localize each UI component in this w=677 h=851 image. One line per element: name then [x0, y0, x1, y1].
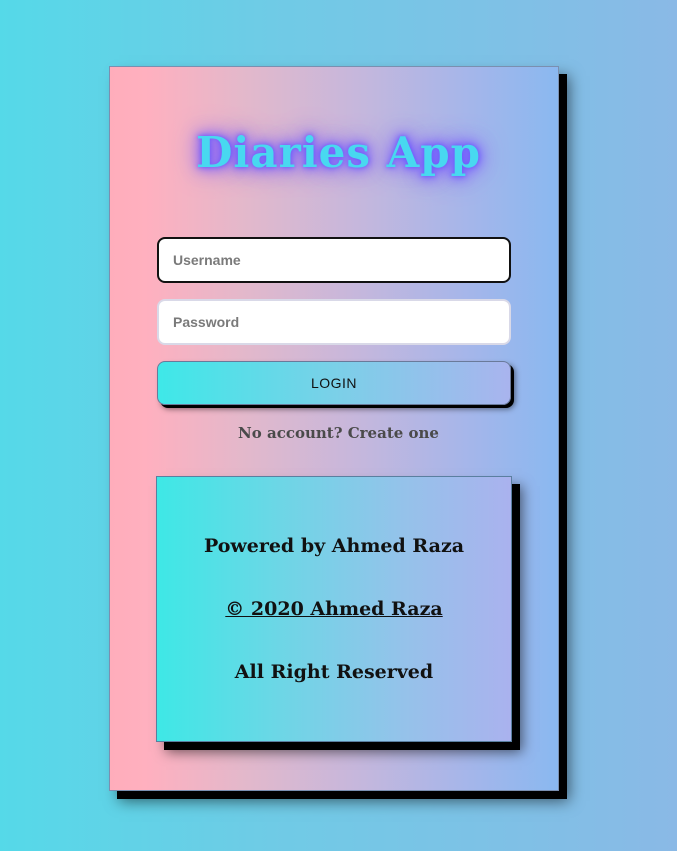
- footer-box: Powered by Ahmed Raza © 2020 Ahmed Raza …: [156, 476, 512, 742]
- create-account-link[interactable]: No account? Create one: [0, 424, 677, 442]
- rights-text: All Right Reserved: [234, 661, 434, 683]
- app-title: Diaries App: [196, 128, 481, 177]
- powered-by-text: Powered by Ahmed Raza: [203, 535, 465, 557]
- username-input[interactable]: [157, 237, 511, 283]
- login-button[interactable]: LOGIN: [157, 361, 511, 405]
- password-input[interactable]: [157, 299, 511, 345]
- copyright-link[interactable]: © 2020 Ahmed Raza: [157, 598, 511, 620]
